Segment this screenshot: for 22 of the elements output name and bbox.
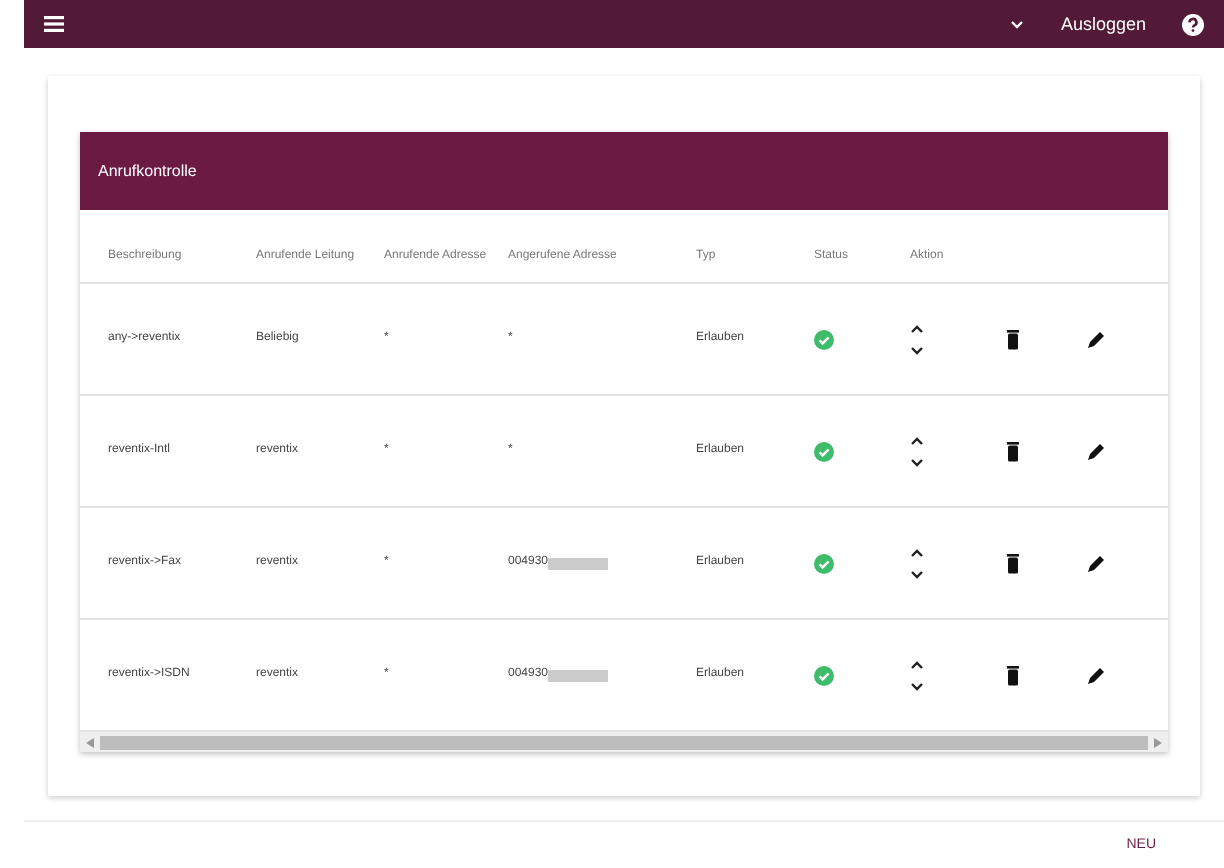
logout-link[interactable]: Ausloggen [1060,14,1146,34]
trash-icon[interactable] [1006,441,1020,461]
help-icon[interactable] [1182,13,1204,35]
trash-icon[interactable] [1006,665,1020,685]
chevron-down-icon[interactable] [910,345,924,355]
chevron-up-icon[interactable] [910,659,924,669]
pencil-icon[interactable] [1086,329,1106,349]
pencil-icon[interactable] [1086,441,1106,461]
chevron-down-icon[interactable] [910,681,924,691]
chevron-up-icon[interactable] [910,547,924,557]
chevron-up-icon[interactable] [910,323,924,333]
chevron-down-icon[interactable] [910,569,924,579]
trash-icon[interactable] [1006,329,1020,349]
redaction-bar [548,669,609,681]
pencil-icon[interactable] [1086,553,1106,573]
panel-title: Anrufkontrolle [80,132,1168,210]
menu-icon[interactable] [44,16,64,32]
chevron-up-icon[interactable] [910,435,924,445]
chevron-down-icon[interactable] [910,457,924,467]
trash-icon[interactable] [1006,553,1020,573]
redaction-bar [548,557,609,569]
pencil-icon[interactable] [1086,665,1106,685]
